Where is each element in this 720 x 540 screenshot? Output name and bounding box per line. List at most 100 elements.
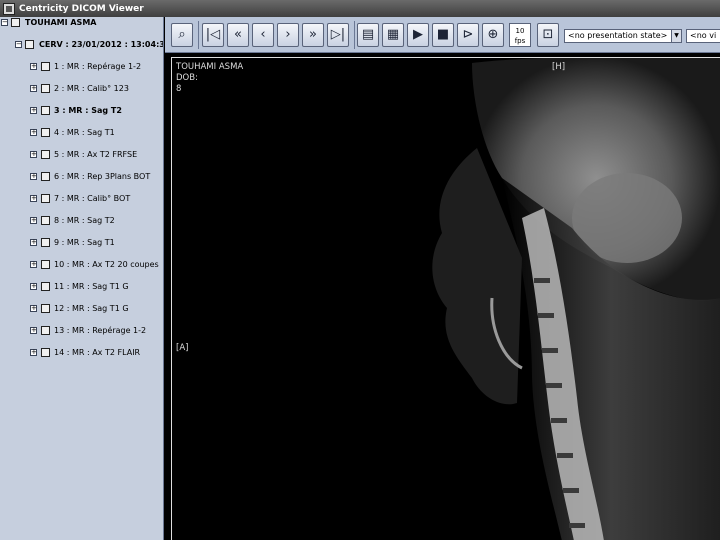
expand-icon[interactable]: + (30, 327, 37, 334)
expand-icon[interactable]: + (30, 349, 37, 356)
magnify-button[interactable]: ⌕ (171, 23, 193, 47)
series-icon (41, 172, 50, 181)
series-icon (41, 282, 50, 291)
series-label: 9 : MR : Sag T1 (54, 238, 115, 247)
tree-series-item[interactable]: +1 : MR : Repérage 1-2 (0, 61, 163, 72)
expand-icon[interactable]: + (30, 151, 37, 158)
series-icon (41, 150, 50, 159)
overlay-image-number: 8 (176, 84, 182, 94)
fit-window-button[interactable]: ⊡ (537, 23, 559, 47)
fps-unit: fps (514, 37, 526, 45)
fast-forward-icon: » (309, 27, 317, 42)
presentation-state-value: <no presentation state> (568, 31, 668, 40)
expand-icon[interactable]: + (30, 239, 37, 246)
tree-series-item[interactable]: +13 : MR : Repérage 1-2 (0, 325, 163, 336)
series-label: 1 : MR : Repérage 1-2 (54, 62, 142, 71)
tree-series-item[interactable]: +12 : MR : Sag T1 G (0, 303, 163, 314)
series-icon (41, 216, 50, 225)
tree-series-item[interactable]: +2 : MR : Calib° 123 (0, 83, 163, 94)
stop-button[interactable]: ■ (432, 23, 454, 47)
series-label: 10 : MR : Ax T2 20 coupes (54, 260, 159, 269)
loop-icon: ⊕ (487, 27, 499, 42)
collapse-icon[interactable]: − (1, 19, 8, 26)
expand-icon[interactable]: + (30, 107, 37, 114)
series-label: 6 : MR : Rep 3Plans BOT (54, 172, 151, 181)
series-label: 11 : MR : Sag T1 G (54, 282, 129, 291)
skip-last-icon: ▷| (330, 27, 346, 42)
expand-icon[interactable]: + (30, 261, 37, 268)
tree-series-item[interactable]: +9 : MR : Sag T1 (0, 237, 163, 248)
expand-icon[interactable]: + (30, 305, 37, 312)
tree-series-item[interactable]: +3 : MR : Sag T2 (0, 105, 163, 116)
first-image-button[interactable]: |◁ (202, 23, 224, 47)
series-label: 5 : MR : Ax T2 FRFSE (54, 150, 138, 159)
tree-series-item[interactable]: +5 : MR : Ax T2 FRFSE (0, 149, 163, 160)
fast-back-button[interactable]: « (227, 23, 249, 47)
series-icon (41, 348, 50, 357)
series-icon (41, 260, 50, 269)
play-icon: ▶ (413, 27, 423, 42)
series-label: 2 : MR : Calib° 123 (54, 84, 129, 93)
toolbar-separator (198, 21, 199, 49)
tree-patient-node[interactable]: − TOUHAMI ASMA (0, 17, 163, 28)
fit-icon: ⊡ (542, 27, 554, 42)
cine-mode-button[interactable]: ⊳ (457, 23, 479, 47)
orientation-top-marker: [H] (552, 62, 566, 72)
image-viewport[interactable]: TOUHAMI ASMA DOB: 8 [H] [A] (171, 57, 720, 540)
grid-icon: ▦ (386, 27, 400, 42)
tree-series-item[interactable]: +7 : MR : Calib° BOT (0, 193, 163, 204)
fps-value: 10 (515, 27, 525, 35)
series-icon (41, 194, 50, 203)
study-tree: − TOUHAMI ASMA − CERV : 23/01/2012 : 13:… (0, 17, 164, 540)
tree-series-item[interactable]: +11 : MR : Sag T1 G (0, 281, 163, 292)
tree-series-item[interactable]: +10 : MR : Ax T2 20 coupes (0, 259, 163, 270)
fps-field[interactable]: 10 fps (509, 23, 531, 47)
overlay-dob-label: DOB: (176, 73, 198, 83)
series-label: 3 : MR : Sag T2 (54, 106, 122, 115)
expand-icon[interactable]: + (30, 63, 37, 70)
window-title: Centricity DICOM Viewer (19, 3, 144, 14)
series-label: 13 : MR : Repérage 1-2 (54, 326, 147, 335)
series-icon (41, 62, 50, 71)
presentation-state-select[interactable]: <no presentation state> ▼ (564, 29, 682, 43)
image-viewport-frame: TOUHAMI ASMA DOB: 8 [H] [A] (165, 54, 720, 540)
previous-image-button[interactable]: ‹ (252, 23, 274, 47)
collapse-icon[interactable]: − (15, 41, 22, 48)
series-layout-button[interactable]: ▦ (382, 23, 404, 47)
fast-forward-button[interactable]: » (302, 23, 324, 47)
study-icon (25, 40, 34, 49)
last-image-button[interactable]: ▷| (327, 23, 349, 47)
cine-loop-button[interactable]: ⊕ (482, 23, 504, 47)
cine-icon: ⊳ (462, 27, 474, 42)
expand-icon[interactable]: + (30, 85, 37, 92)
tree-series-item[interactable]: +8 : MR : Sag T2 (0, 215, 163, 226)
tree-series-item[interactable]: +6 : MR : Rep 3Plans BOT (0, 171, 163, 182)
mri-image (432, 58, 720, 540)
view-select-value: <no vi (690, 31, 717, 40)
series-label: 12 : MR : Sag T1 G (54, 304, 129, 313)
series-icon (41, 128, 50, 137)
expand-icon[interactable]: + (30, 283, 37, 290)
series-icon (41, 238, 50, 247)
title-bar: Centricity DICOM Viewer (0, 0, 720, 17)
magnify-icon: ⌕ (178, 27, 186, 42)
patient-label: TOUHAMI ASMA (25, 18, 97, 27)
series-icon (41, 326, 50, 335)
expand-icon[interactable]: + (30, 195, 37, 202)
viewer-toolbar: ⌕ |◁ « ‹ › » ▷| ▤ ▦ ▶ ■ ⊳ ⊕ 10 fps ⊡ <no… (165, 17, 720, 53)
tree-series-item[interactable]: +4 : MR : Sag T1 (0, 127, 163, 138)
expand-icon[interactable]: + (30, 129, 37, 136)
skip-first-icon: |◁ (205, 27, 221, 42)
next-image-button[interactable]: › (277, 23, 299, 47)
expand-icon[interactable]: + (30, 217, 37, 224)
rewind-icon: « (234, 27, 242, 42)
tree-study-node[interactable]: − CERV : 23/01/2012 : 13:04:36 (0, 39, 163, 50)
expand-icon[interactable]: + (30, 173, 37, 180)
study-label: CERV : 23/01/2012 : 13:04:36 (39, 40, 164, 49)
layout-button[interactable]: ▤ (357, 23, 379, 47)
series-label: 14 : MR : Ax T2 FLAIR (54, 348, 141, 357)
chevron-down-icon[interactable]: ▼ (671, 30, 681, 42)
tree-series-item[interactable]: +14 : MR : Ax T2 FLAIR (0, 347, 163, 358)
play-button[interactable]: ▶ (407, 23, 429, 47)
view-select[interactable]: <no vi (686, 29, 720, 43)
